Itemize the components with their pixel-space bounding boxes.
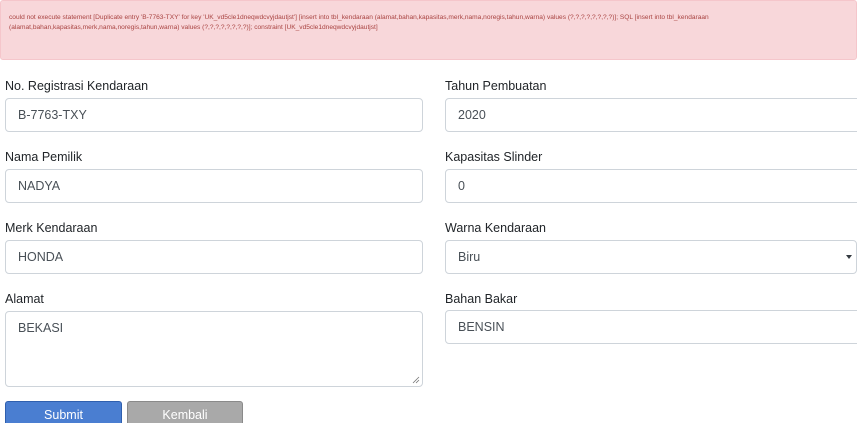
nama-value: NADYA [18,179,61,193]
back-button[interactable]: Kembali [127,401,243,423]
noregis-value: B-7763-TXY [18,108,87,122]
alamat-label: Alamat [5,292,44,306]
warna-value: Biru [458,250,481,264]
submit-button-label: Submit [44,408,83,422]
error-alert: could not execute statement [Duplicate e… [0,0,857,60]
tahun-input[interactable]: 2020 [445,98,857,132]
bahan-value: BENSIN [458,320,505,334]
submit-button[interactable]: Submit [5,401,122,423]
bahan-input[interactable]: BENSIN [445,310,857,344]
kapasitas-label: Kapasitas Slinder [445,150,543,164]
tahun-value: 2020 [458,108,486,122]
merk-value: HONDA [18,250,64,264]
warna-label: Warna Kendaraan [445,221,546,235]
kapasitas-value: 0 [458,179,465,193]
alamat-textarea[interactable]: BEKASI [5,311,423,387]
noregis-label: No. Registrasi Kendaraan [5,79,149,93]
merk-input[interactable]: HONDA [5,240,423,274]
kapasitas-input[interactable]: 0 [445,169,857,203]
warna-select[interactable]: Biru [445,240,857,274]
alamat-value: BEKASI [18,321,64,335]
nama-label: Nama Pemilik [5,150,83,164]
bahan-label: Bahan Bakar [445,292,518,306]
noregis-input[interactable]: B-7763-TXY [5,98,423,132]
merk-label: Merk Kendaraan [5,221,98,235]
chevron-down-icon [846,255,852,259]
nama-input[interactable]: NADYA [5,169,423,203]
back-button-label: Kembali [162,408,208,422]
tahun-label: Tahun Pembuatan [445,79,547,93]
error-alert-message: could not execute statement [Duplicate e… [9,14,709,31]
resize-grip-icon[interactable] [412,376,420,384]
